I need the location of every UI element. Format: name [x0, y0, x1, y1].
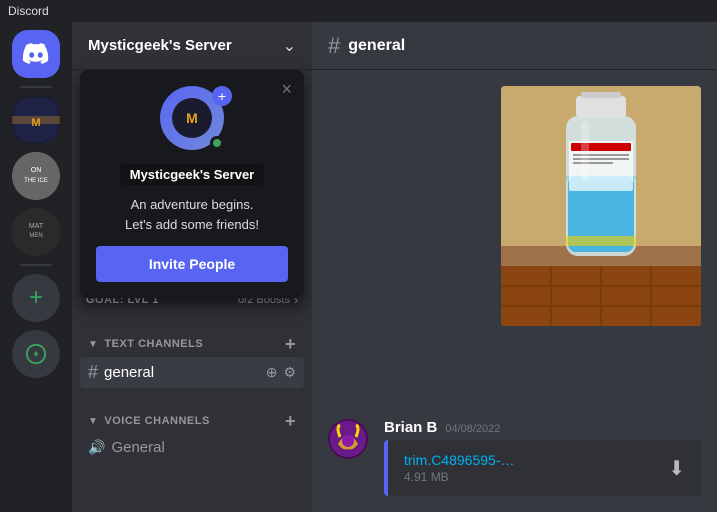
- app-title: Discord: [8, 4, 49, 18]
- message-header: Brian B 04/08/2022: [384, 419, 701, 436]
- popup-add-icon[interactable]: +: [212, 86, 232, 106]
- text-channels-section: ▼ TEXT CHANNELS + # general ⊕ ⚙: [72, 315, 312, 392]
- channel-header: # general: [312, 22, 717, 70]
- voice-channel-general[interactable]: 🔊 General: [80, 434, 304, 461]
- svg-text:M: M: [186, 110, 198, 126]
- server-popup: M + Mysticgeek's Server An adventure beg…: [80, 70, 304, 298]
- bottle-illustration-icon: [501, 86, 701, 326]
- title-bar: Discord: [0, 0, 717, 22]
- speaker-icon: 🔊: [88, 439, 105, 456]
- user-avatar: [328, 419, 368, 459]
- messages-area: Brian B 04/08/2022 trim.C4896595-… 4.91 …: [312, 70, 717, 512]
- file-size: 4.91 MB: [404, 470, 656, 484]
- popup-server-logo-icon: M: [172, 98, 212, 138]
- add-text-channel-button[interactable]: +: [285, 335, 296, 353]
- server-2-art-icon: ON THE ICE: [12, 152, 60, 200]
- popup-description: An adventure begins. Let's add some frie…: [96, 195, 288, 234]
- voice-channels-label: VOICE CHANNELS: [104, 415, 209, 427]
- popup-close-button[interactable]: ×: [281, 80, 292, 98]
- message-group: Brian B 04/08/2022 trim.C4896595-… 4.91 …: [328, 419, 701, 496]
- hash-icon: #: [88, 362, 98, 383]
- popup-server-name-badge: Mysticgeek's Server: [120, 164, 265, 185]
- voice-channel-name: General: [111, 439, 164, 456]
- message-content: Brian B 04/08/2022 trim.C4896595-… 4.91 …: [384, 419, 701, 496]
- text-channels-header[interactable]: ▼ TEXT CHANNELS +: [80, 331, 304, 357]
- server-divider: [20, 86, 52, 88]
- download-button[interactable]: ⬇: [668, 456, 685, 481]
- main-content: # general: [312, 22, 717, 512]
- server-3-art-icon: MAT MEN: [12, 208, 60, 256]
- app-body: M ON THE ICE MAT MEN +: [0, 22, 717, 512]
- svg-text:MEN: MEN: [29, 233, 42, 239]
- invite-people-button[interactable]: Invite People: [96, 246, 288, 282]
- text-channels-label: TEXT CHANNELS: [104, 338, 203, 350]
- svg-text:ON: ON: [31, 167, 42, 174]
- server-divider-2: [20, 264, 52, 266]
- file-attachment: trim.C4896595-… 4.91 MB ⬇: [384, 440, 701, 496]
- svg-text:THE ICE: THE ICE: [24, 178, 48, 184]
- file-info: trim.C4896595-… 4.91 MB: [404, 452, 656, 484]
- explore-button[interactable]: [12, 330, 60, 378]
- discord-logo-icon: [22, 40, 50, 68]
- server-icon-1[interactable]: M: [12, 96, 60, 144]
- channel-sidebar: Mysticgeek's Server ⌄ M + Mysticgeek's S…: [72, 22, 312, 512]
- svg-text:MAT: MAT: [29, 223, 44, 230]
- voice-channels-section: ▼ VOICE CHANNELS + 🔊 General: [72, 392, 312, 465]
- server-icon-3[interactable]: MAT MEN: [12, 208, 60, 256]
- server-list: M ON THE ICE MAT MEN +: [0, 22, 72, 512]
- channel-header-name: general: [348, 37, 405, 55]
- message-author: Brian B: [384, 419, 437, 436]
- server-name: Mysticgeek's Server: [88, 37, 232, 54]
- popup-server-header: M + Mysticgeek's Server: [96, 86, 288, 185]
- add-member-icon[interactable]: ⊕: [266, 364, 278, 381]
- channel-hash-icon: #: [328, 33, 340, 59]
- voice-channels-header[interactable]: ▼ VOICE CHANNELS +: [80, 408, 304, 434]
- image-preview-container: [328, 86, 701, 326]
- channel-name-general: general: [104, 364, 260, 381]
- channel-actions: ⊕ ⚙: [266, 364, 296, 381]
- server-chevron-icon: ⌄: [283, 36, 296, 56]
- settings-gear-icon[interactable]: ⚙: [283, 364, 296, 381]
- text-channels-chevron-icon: ▼: [88, 339, 98, 350]
- bottle-image-attachment: [501, 86, 701, 326]
- file-name: trim.C4896595-…: [404, 452, 656, 468]
- channel-item-general[interactable]: # general ⊕ ⚙: [80, 357, 304, 388]
- compass-icon: [25, 343, 47, 365]
- message-timestamp: 04/08/2022: [445, 423, 500, 435]
- add-server-button[interactable]: +: [12, 274, 60, 322]
- server-header[interactable]: Mysticgeek's Server ⌄: [72, 22, 312, 70]
- server-1-art-icon: M: [12, 96, 60, 144]
- add-voice-channel-button[interactable]: +: [285, 412, 296, 430]
- voice-channels-chevron-icon: ▼: [88, 416, 98, 427]
- server-icon-2[interactable]: ON THE ICE: [12, 152, 60, 200]
- discord-home-button[interactable]: [12, 30, 60, 78]
- avatar-icon: [328, 419, 368, 459]
- online-status-dot: [210, 136, 224, 150]
